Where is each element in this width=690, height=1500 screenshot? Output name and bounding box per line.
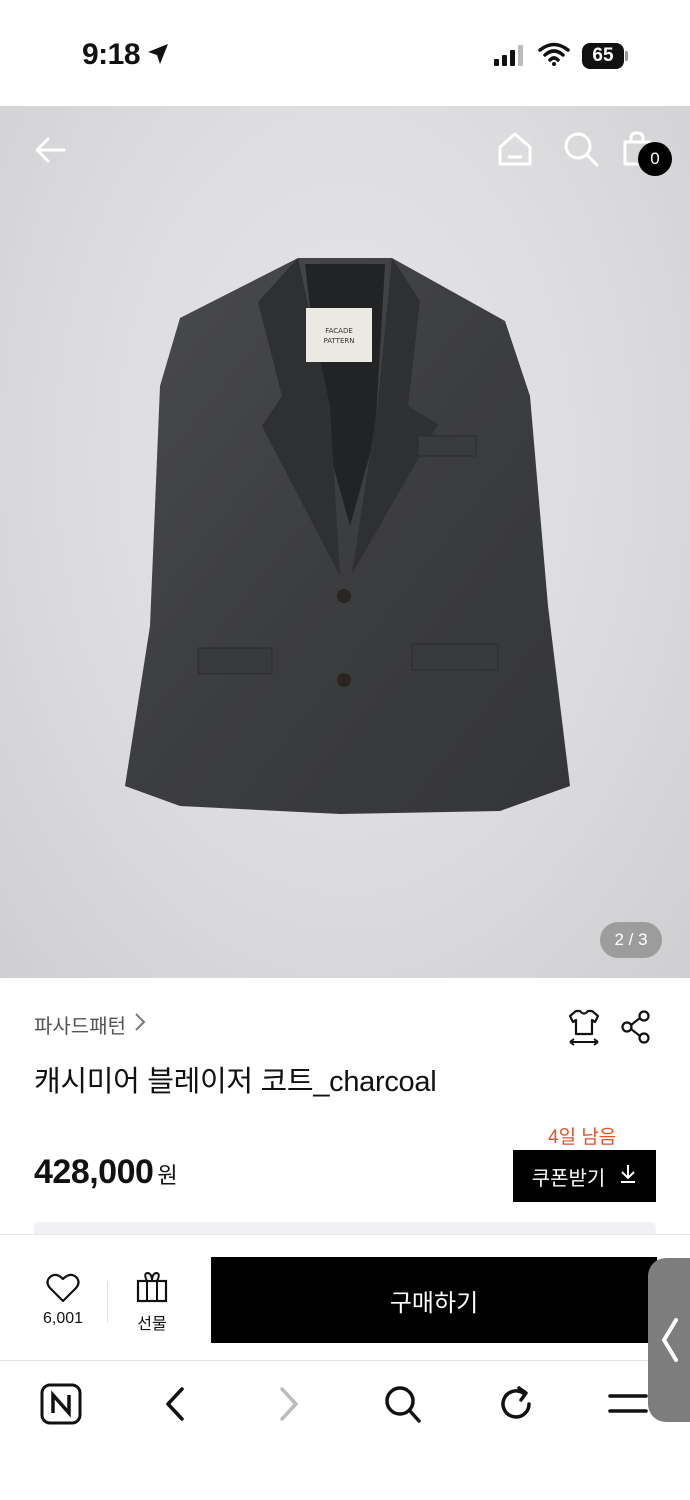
image-counter: 2 / 3 bbox=[600, 922, 662, 958]
coupon-days-left: 4일 남음 bbox=[548, 1127, 617, 1148]
status-bar: 9:18 65 bbox=[0, 0, 690, 106]
browser-search-icon[interactable] bbox=[382, 1383, 422, 1430]
product-image-gallery[interactable]: FACADE PATTERN 0 2 / 3 bbox=[0, 106, 690, 978]
browser-forward-icon[interactable] bbox=[274, 1383, 304, 1430]
battery-level: 65 bbox=[582, 43, 624, 69]
chevron-left-icon bbox=[662, 1318, 678, 1362]
cart-count-badge: 0 bbox=[638, 142, 672, 176]
brand-name: 파사드패턴 bbox=[34, 1016, 126, 1038]
battery-tip bbox=[625, 51, 628, 61]
naver-home-icon[interactable] bbox=[40, 1383, 82, 1430]
like-count: 6,001 bbox=[42, 1310, 84, 1327]
coupon-download-button[interactable]: 쿠폰받기 bbox=[513, 1150, 656, 1202]
product-title: 캐시미어 블레이저 코트_charcoal bbox=[34, 1066, 437, 1098]
price-unit: 원 bbox=[157, 1163, 178, 1188]
gift-icon bbox=[135, 1271, 169, 1307]
coupon-button-label: 쿠폰받기 bbox=[531, 1167, 606, 1190]
battery-indicator: 65 bbox=[582, 43, 628, 69]
wifi-icon bbox=[538, 42, 570, 71]
purchase-action-bar: 6,001 선물 구매하기 bbox=[0, 1234, 690, 1360]
location-arrow-icon bbox=[146, 42, 170, 71]
side-panel-handle[interactable] bbox=[648, 1258, 690, 1422]
search-icon[interactable] bbox=[562, 130, 600, 173]
download-icon bbox=[619, 1163, 637, 1189]
cellular-signal-icon bbox=[494, 44, 526, 71]
browser-back-icon[interactable] bbox=[160, 1383, 190, 1430]
blazer-photo: FACADE PATTERN bbox=[125, 258, 570, 814]
price-value: 428,000 bbox=[34, 1153, 154, 1191]
heart-icon bbox=[46, 1273, 80, 1307]
like-button[interactable]: 6,001 bbox=[36, 1273, 90, 1328]
back-arrow-icon[interactable] bbox=[32, 132, 68, 173]
refresh-icon[interactable] bbox=[496, 1383, 536, 1430]
garment-label-text: FACADE bbox=[325, 327, 353, 335]
browser-toolbar bbox=[0, 1360, 690, 1500]
status-time: 9:18 bbox=[82, 38, 141, 71]
home-icon[interactable] bbox=[496, 130, 534, 173]
share-icon[interactable] bbox=[620, 1010, 652, 1049]
divider bbox=[107, 1281, 108, 1323]
size-guide-icon[interactable] bbox=[566, 1008, 602, 1053]
menu-icon[interactable] bbox=[608, 1383, 648, 1430]
svg-text:PATTERN: PATTERN bbox=[324, 337, 355, 345]
buy-button[interactable]: 구매하기 bbox=[211, 1257, 657, 1343]
price-row: 428,000 원 bbox=[34, 1153, 178, 1192]
chevron-right-icon bbox=[134, 1012, 146, 1037]
gift-button[interactable]: 선물 bbox=[128, 1271, 176, 1334]
brand-link[interactable]: 파사드패턴 bbox=[34, 1010, 146, 1039]
gift-label: 선물 bbox=[137, 1316, 167, 1333]
